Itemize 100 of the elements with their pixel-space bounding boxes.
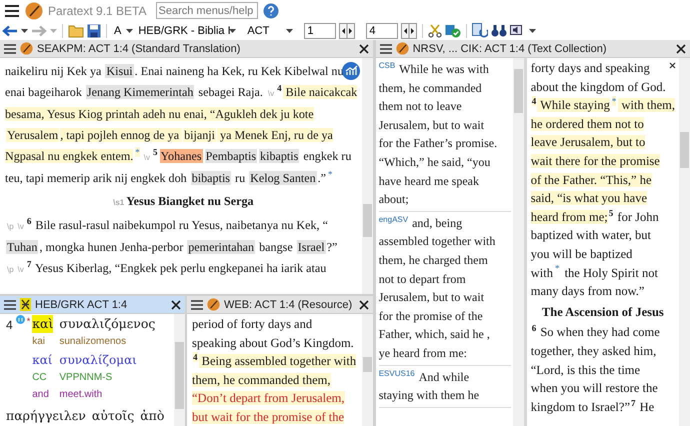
scripture-text: wait there for the promise — [530, 154, 660, 168]
key-term: pemerintahan — [187, 240, 256, 254]
lemma: συναλίζομαι — [59, 352, 137, 369]
menu-icon[interactable] — [191, 300, 203, 310]
scripture-text: said, “is what you have — [530, 191, 648, 206]
spinner-icon[interactable] — [339, 22, 356, 38]
scripture-text: The Ascension of Jesus — [542, 304, 664, 319]
transliteration: kai — [32, 335, 45, 349]
caret-icon[interactable] — [229, 28, 236, 32]
marker-code: \v — [18, 265, 24, 274]
scripture-text: naikeliru nij Kek ya — [5, 64, 102, 78]
back-arrow-icon[interactable] — [2, 24, 18, 36]
pane-title: HEB/GRK ACT 1:4 — [35, 298, 128, 310]
logo-icon — [207, 298, 220, 311]
footnote-caller: * — [554, 263, 560, 274]
menu-icon[interactable] — [4, 44, 16, 54]
scripture-text: period of forty days and — [192, 317, 312, 331]
scripture-text: together, they asked him, — [530, 344, 656, 358]
close-icon[interactable] — [358, 44, 369, 54]
verse-number: 5 — [608, 208, 614, 218]
caret-icon[interactable] — [21, 28, 28, 32]
scripture-text: .” — [318, 171, 326, 185]
close-icon[interactable] — [676, 44, 686, 54]
source-label[interactable]: engASV — [378, 214, 408, 224]
close-icon[interactable] — [669, 62, 676, 69]
note-marker: * — [26, 316, 30, 326]
greek-word[interactable]: παρήγγειλεν — [6, 407, 86, 425]
binoculars-icon[interactable] — [491, 24, 508, 38]
scripture-text: he ordered them not to — [530, 116, 644, 131]
scripture-text: them not to leave — [378, 99, 462, 114]
scripture-text: enai bageiharok — [5, 85, 83, 99]
verse-number: 4 — [277, 82, 282, 93]
close-icon[interactable] — [171, 300, 181, 310]
morphology-code: CC — [32, 371, 47, 385]
scripture-text: for John — [616, 210, 659, 224]
check-icon[interactable] — [445, 24, 462, 38]
key-term: bibaptis — [190, 171, 232, 185]
greek-word[interactable]: καὶ — [32, 315, 54, 333]
chart-icon[interactable] — [342, 62, 360, 80]
scripture-text: Being assembled together with — [198, 354, 356, 368]
info-icon[interactable] — [16, 315, 25, 324]
scripture-text: for the Father’s promise. — [378, 136, 498, 150]
key-term: Kisui — [105, 64, 134, 78]
scripture-text: ye heard from me: — [378, 346, 468, 360]
font-dropdown[interactable]: A — [112, 24, 124, 36]
verse-field[interactable]: 4 — [366, 22, 398, 38]
sync-icon[interactable] — [472, 23, 488, 38]
scrollbar[interactable] — [362, 58, 373, 294]
search-field[interactable]: Search menus/help — [156, 2, 258, 19]
scripture-text: about; — [378, 192, 409, 206]
caret-icon[interactable] — [286, 28, 294, 32]
book-dropdown[interactable]: ACT — [245, 24, 284, 36]
key-term: Israel — [296, 240, 326, 254]
scripture-text: leave Jerusalem, but to — [530, 135, 646, 150]
footnote-caller: * — [612, 96, 616, 106]
words-of-jesus: but wait for the promise of the — [192, 410, 344, 424]
scripture-text: and, being — [412, 216, 462, 230]
key-term: kibaptis — [259, 149, 300, 163]
scripture-text: Jerusalem, but to wait — [378, 290, 484, 304]
scripture-text: not to depart from — [378, 272, 466, 286]
source-label[interactable]: ESVUS16 — [378, 368, 415, 378]
marker-code: \v — [18, 222, 24, 231]
greek-word[interactable]: αὐτοῖς — [92, 407, 134, 425]
scripture-text: Bile naicakcak — [282, 85, 358, 99]
scrollbar[interactable] — [679, 58, 690, 426]
menu-icon[interactable] — [4, 300, 16, 310]
caret-icon[interactable] — [126, 28, 134, 32]
gloss: and — [32, 388, 49, 402]
scrollbar[interactable] — [174, 314, 185, 426]
key-term: Pembaptis — [204, 149, 258, 163]
scripture-text: While he was with — [399, 62, 489, 76]
pane-title: WEB: ACT 1:4 (Resource) — [224, 298, 354, 310]
source-label[interactable]: CSB — [378, 61, 396, 70]
key-term: Yerusalem — [6, 128, 60, 142]
scrollbar[interactable] — [362, 314, 373, 426]
caret-icon[interactable] — [529, 28, 536, 32]
footnote-caller: * — [135, 146, 140, 157]
scripture-text: So when they had come — [539, 325, 660, 340]
scripture-text: “Lord, is this the time — [530, 362, 640, 376]
spinner-icon[interactable] — [401, 22, 418, 38]
verse-number: 7 — [26, 258, 32, 269]
scripture-text: Bile rasul-rasul naibekumpol ru Yesus, naibetanya nu Kek, “ — [34, 218, 328, 232]
close-icon[interactable] — [358, 300, 369, 310]
scrollbar[interactable] — [512, 58, 524, 426]
verse-number: 4 — [532, 96, 536, 106]
chapter-field[interactable]: 1 — [304, 22, 336, 38]
greek-word[interactable]: συναλιζόμενος — [59, 315, 156, 333]
scripture-text: staying with them he — [378, 388, 480, 402]
scissors-icon[interactable] — [428, 24, 442, 38]
greek-word[interactable]: ἀπὸ — [140, 407, 164, 425]
verse-number: 5 — [153, 146, 158, 157]
save-icon[interactable] — [87, 24, 101, 38]
help-icon[interactable] — [262, 2, 278, 18]
scripture-text: , mongka hunen Jenha-perbor — [39, 240, 184, 254]
menu-icon[interactable] — [4, 4, 20, 16]
menu-icon[interactable] — [380, 44, 392, 54]
lemma: καί — [32, 352, 53, 369]
pane-title: NRSV, ... CIK: ACT 1:4 (Text Collection) — [412, 42, 608, 54]
morphology-code: VPPNNM-S — [59, 371, 112, 385]
scripture-text: about the kingdom of God. — [530, 80, 666, 94]
